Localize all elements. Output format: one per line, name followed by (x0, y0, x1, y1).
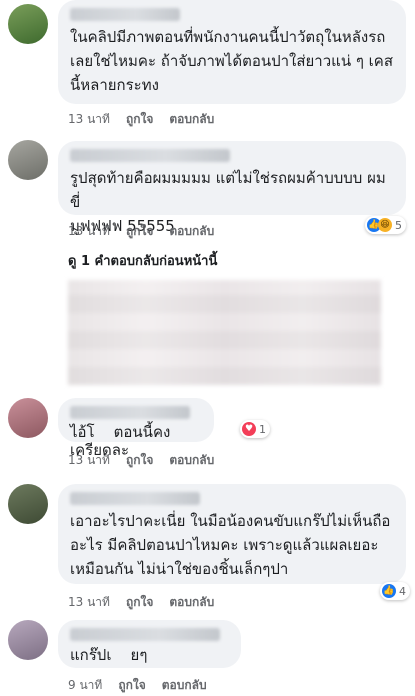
comment-time[interactable]: 13 นาที (68, 451, 110, 470)
comment-bubble: ในคลิปมีภาพตอนที่พนักงานคนนี้ปาวัตถุในหล… (58, 0, 406, 104)
reply-link[interactable]: ตอบกลับ (162, 676, 207, 695)
comment-bubble: ไอ้โ ตอนนี้คงเครียดละ (58, 398, 214, 459)
comment-text: ในคลิปมีภาพตอนที่พนักงานคนนี้ปาวัตถุในหล… (70, 28, 393, 94)
comment-time[interactable]: 13 นาที (68, 222, 110, 241)
author-name-blurred[interactable] (70, 149, 230, 162)
reaction-count: 5 (395, 218, 402, 232)
reply-link[interactable]: ตอบกลับ (169, 451, 214, 470)
comment-actions: 13 นาที ถูกใจ ตอบกลับ (68, 451, 214, 470)
reaction-summary[interactable]: 👍 4 (380, 582, 410, 600)
reply-link[interactable]: ตอบกลับ (169, 110, 214, 129)
author-name-blurred[interactable] (70, 406, 190, 419)
avatar[interactable] (8, 484, 48, 524)
author-name-blurred[interactable] (70, 492, 200, 505)
comment-actions: 13 นาที ถูกใจ ตอบกลับ (68, 593, 214, 612)
comment-bubble: แกร๊ปเ ยๆ (58, 620, 241, 668)
comment-actions: 9 นาที ถูกใจ ตอบกลับ (68, 676, 207, 695)
love-icon: ♥ (242, 422, 256, 436)
avatar[interactable] (8, 620, 48, 660)
like-link[interactable]: ถูกใจ (126, 451, 153, 470)
comment-actions: 13 นาที ถูกใจ ตอบกลับ (68, 222, 214, 241)
comment-time[interactable]: 13 นาที (68, 110, 110, 129)
comment-time[interactable]: 9 นาที (68, 676, 102, 695)
reaction-count: 4 (399, 584, 406, 598)
comment-time[interactable]: 13 นาที (68, 593, 110, 612)
comment-bubble: เอาอะไรปาคะเนี่ย ในมือน้องคนขับแกร๊ปไม่เ… (58, 484, 406, 584)
reply-link[interactable]: ตอบกลับ (169, 222, 214, 241)
author-name-blurred[interactable] (70, 628, 220, 641)
avatar[interactable] (8, 140, 48, 180)
comment-text: แกร๊ปเ ยๆ (70, 646, 148, 664)
author-name-blurred[interactable] (70, 8, 180, 21)
reaction-summary[interactable]: ♥ 1 (240, 420, 270, 438)
like-link[interactable]: ถูกใจ (126, 593, 153, 612)
avatar[interactable] (8, 398, 48, 438)
like-link[interactable]: ถูกใจ (118, 676, 145, 695)
like-icon: 👍 (382, 584, 396, 598)
reply-link[interactable]: ตอบกลับ (169, 593, 214, 612)
like-link[interactable]: ถูกใจ (126, 222, 153, 241)
comment-bubble: รูปสุดท้ายคือผมมมมม แต่ไม่ใช่รถผมค้าบบบบ… (58, 141, 406, 235)
avatar[interactable] (8, 4, 48, 44)
reaction-summary[interactable]: 👍 😆 5 (365, 216, 406, 234)
comment-actions: 13 นาที ถูกใจ ตอบกลับ (68, 110, 214, 129)
view-previous-replies-link[interactable]: ดู 1 คำตอบกลับก่อนหน้านี้ (68, 250, 217, 271)
like-link[interactable]: ถูกใจ (126, 110, 153, 129)
comment-text: เอาอะไรปาคะเนี่ย ในมือน้องคนขับแกร๊ปไม่เ… (70, 512, 391, 578)
haha-icon: 😆 (378, 218, 392, 232)
reaction-count: 1 (259, 422, 266, 436)
blurred-attachment-image[interactable] (68, 280, 381, 385)
